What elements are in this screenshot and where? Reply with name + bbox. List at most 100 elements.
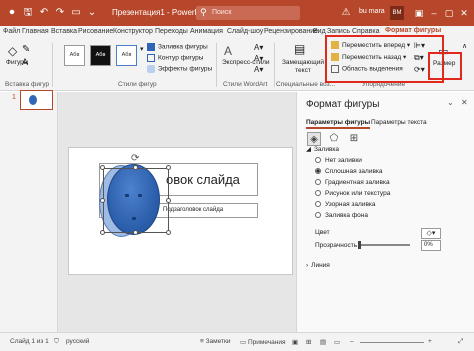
resize-handle[interactable] — [133, 230, 138, 235]
slide-sorter-icon[interactable]: ⊞ — [306, 338, 311, 346]
gallery-more-icon[interactable]: ▾ — [140, 45, 144, 53]
close-icon[interactable]: ✕ — [457, 6, 471, 20]
shape-style-blue-outline[interactable]: Абв — [116, 45, 137, 66]
rotate-handle[interactable]: ⟳ — [131, 154, 141, 164]
tab-help[interactable]: Справка — [352, 28, 379, 35]
title-bar: ⏺ 🖫 ↶ ↷ ▭ ⌄ Презентация1 - PowerPoint ⚲ … — [0, 0, 474, 26]
fill-option-picture[interactable]: Рисунок или текстура — [315, 190, 390, 197]
text-fill-icon[interactable]: A▾ — [254, 43, 263, 52]
undo-icon[interactable]: ↶ — [38, 7, 50, 19]
tab-home[interactable]: Главная — [22, 28, 49, 35]
shape-style-black[interactable]: Абв — [90, 45, 111, 66]
fill-option-solid[interactable]: Сплошная заливка — [315, 168, 383, 175]
separator — [274, 43, 275, 87]
slider-thumb[interactable] — [358, 241, 361, 249]
resize-handle[interactable] — [100, 230, 105, 235]
effects-pentagon-icon[interactable]: ⬠ — [327, 132, 341, 146]
search-placeholder: Поиск — [212, 9, 232, 16]
resize-handle[interactable] — [166, 230, 171, 235]
separator — [216, 43, 217, 87]
transparency-input[interactable]: 0% — [421, 240, 441, 251]
fill-line-icon[interactable]: ◈ — [307, 132, 321, 146]
tab-view[interactable]: Вид — [313, 28, 326, 35]
tab-transitions[interactable]: Переходы — [155, 28, 188, 35]
accessibility-check-icon[interactable]: ⛉ — [54, 338, 59, 346]
tab-slideshow[interactable]: Слайд-шоу — [227, 28, 263, 35]
fill-section-header[interactable]: ◢ Заливка — [306, 145, 339, 153]
transparency-slider[interactable] — [358, 241, 410, 249]
color-label: Цвет — [315, 229, 330, 236]
zoom-out-icon[interactable]: – — [350, 338, 354, 345]
fill-color-picker[interactable]: ◇▾ — [421, 228, 441, 239]
fit-slide-icon[interactable]: ⤢ — [458, 338, 463, 346]
resize-handle[interactable] — [166, 165, 171, 170]
tab-insert[interactable]: Вставка — [51, 28, 77, 35]
warning-icon: ⚠ — [341, 7, 351, 18]
fill-option-none[interactable]: Нет заливки — [315, 157, 362, 164]
shapes-button[interactable]: Фигуры — [6, 59, 28, 66]
tab-draw[interactable]: Рисование — [78, 28, 113, 35]
redo-icon[interactable]: ↷ — [54, 7, 66, 19]
effects-icon — [147, 65, 155, 73]
save-icon[interactable]: 🖫 — [22, 7, 34, 19]
fill-option-gradient[interactable]: Градиентная заливка — [315, 179, 390, 186]
tab-record[interactable]: Запись — [327, 28, 350, 35]
pane-options-icon[interactable]: ⌄ — [447, 98, 454, 107]
outline-pen-icon — [147, 54, 155, 62]
minimize-icon[interactable]: – — [427, 6, 441, 20]
tab-review[interactable]: Рецензирование — [264, 28, 318, 35]
tab-file[interactable]: Файл — [3, 28, 20, 35]
tab-text-options[interactable]: Параметры текста — [371, 119, 427, 126]
insert-shapes-group-label: Вставка фигур — [5, 81, 50, 88]
subtitle-text: Подзаголовок слайда — [163, 207, 224, 213]
zoom-in-icon[interactable]: + — [428, 338, 432, 345]
shape-outline-button[interactable]: Контур фигуры — [147, 54, 203, 62]
collapse-ribbon-icon[interactable]: ∧ — [462, 42, 467, 50]
wordart-a-icon[interactable]: A — [224, 44, 232, 58]
notes-button[interactable]: ≡ Заметки — [200, 338, 230, 345]
tab-design[interactable]: Конструктор — [113, 28, 153, 35]
resize-handle[interactable] — [100, 198, 105, 203]
user-name[interactable]: bu mara — [359, 8, 385, 15]
resize-handle[interactable] — [166, 198, 171, 203]
size-highlight — [428, 52, 462, 80]
resize-handle[interactable] — [100, 165, 105, 170]
slideshow-icon[interactable]: ▭ — [334, 338, 340, 346]
radio — [315, 157, 321, 164]
autosave-icon[interactable]: ⏺ — [6, 7, 18, 19]
format-shape-pane: Формат фигуры ⌄ ✕ Параметры фигуры Парам… — [296, 92, 474, 332]
tab-animations[interactable]: Анимация — [190, 28, 223, 35]
present-icon[interactable]: ▭ — [70, 7, 82, 19]
shape-effects-button[interactable]: Эффекты фигуры — [147, 65, 212, 73]
slide-thumbnail[interactable] — [20, 90, 53, 110]
reading-view-icon[interactable]: ▤ — [320, 338, 326, 346]
line-section-header[interactable]: › Линия — [306, 262, 330, 269]
radio — [315, 201, 321, 208]
pane-close-icon[interactable]: ✕ — [461, 98, 468, 107]
ribbon-display-icon[interactable]: ▣ — [412, 6, 426, 20]
text-effects-icon[interactable]: A▾ — [254, 65, 263, 74]
slide-counter: Слайд 1 из 1 — [10, 338, 49, 345]
text-outline-icon[interactable]: A▾ — [254, 54, 263, 63]
tab-shape-options[interactable]: Параметры фигуры — [306, 119, 371, 129]
fill-option-pattern[interactable]: Узорная заливка — [315, 201, 376, 208]
alt-text-button[interactable]: Замещающий текст — [281, 59, 325, 75]
slide[interactable]: овок слайда Подзаголовок слайда ⟳ — [68, 147, 293, 275]
shapes-gallery-icon[interactable]: ◇ — [8, 44, 17, 58]
zoom-slider[interactable] — [360, 342, 424, 343]
edit-shape-icon[interactable]: ✎ — [22, 44, 30, 55]
avatar[interactable]: BM — [390, 6, 404, 20]
customize-toolbar-icon[interactable]: ⌄ — [86, 7, 98, 19]
size-properties-icon[interactable]: ⊞ — [347, 132, 361, 146]
search-box[interactable]: ⚲ Поиск — [196, 6, 300, 20]
chevron-down-icon: ◢ — [306, 146, 311, 153]
alt-text-icon[interactable]: ▤ — [294, 42, 305, 56]
shape-fill-button[interactable]: Заливка фигуры — [147, 43, 208, 51]
resize-handle[interactable] — [133, 165, 138, 170]
normal-view-icon[interactable]: ▣ — [292, 338, 298, 346]
comments-button[interactable]: ▭ Примечания — [240, 338, 285, 346]
language-status[interactable]: русский — [66, 338, 89, 345]
fill-option-background[interactable]: Заливка фона — [315, 212, 368, 219]
maximize-icon[interactable]: ▢ — [442, 6, 456, 20]
shape-style-white[interactable]: Абв — [64, 45, 85, 66]
